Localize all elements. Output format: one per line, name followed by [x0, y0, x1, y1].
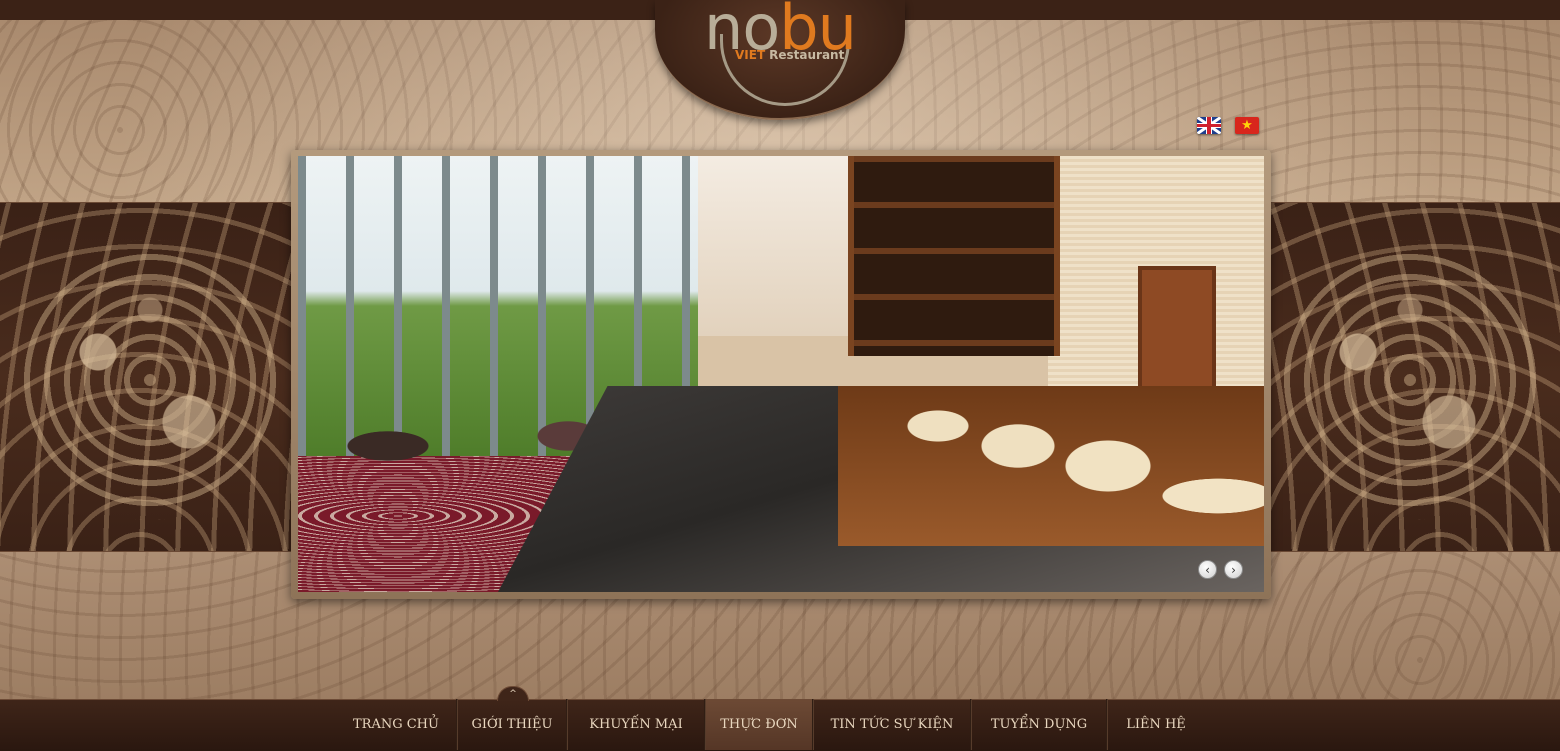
left-floral-ornament	[20, 240, 280, 520]
nav-item-lien-he[interactable]: LIÊN HỆ	[1108, 699, 1204, 750]
slide-image	[298, 156, 1264, 592]
nav-item-trang-chu[interactable]: TRANG CHỦ	[336, 699, 456, 750]
uk-flag-icon[interactable]	[1197, 117, 1221, 134]
logo-subtitle-viet: VIET	[735, 48, 766, 62]
vietnam-flag-icon[interactable]: ★	[1235, 117, 1259, 134]
nav-item-khuyen-mai[interactable]: KHUYẾN MẠI	[568, 699, 704, 750]
nav-item-tuyen-dung[interactable]: TUYỂN DỤNG	[972, 699, 1106, 750]
nav-item-gioi-thieu[interactable]: GIỚI THIỆU	[458, 699, 566, 750]
right-floral-ornament	[1280, 240, 1540, 520]
slider-next-button[interactable]: ›	[1224, 560, 1243, 579]
logo-subtitle-restaurant: Restaurant	[769, 48, 845, 62]
logo-subtitle: VIET Restaurant	[735, 48, 844, 62]
nav-item-tin-tuc-su-kien[interactable]: TIN TỨC SỰ KIỆN	[814, 699, 970, 750]
nav-item-thuc-don[interactable]: THỰC ĐƠN	[706, 699, 812, 750]
slider-prev-button[interactable]: ‹	[1198, 560, 1217, 579]
